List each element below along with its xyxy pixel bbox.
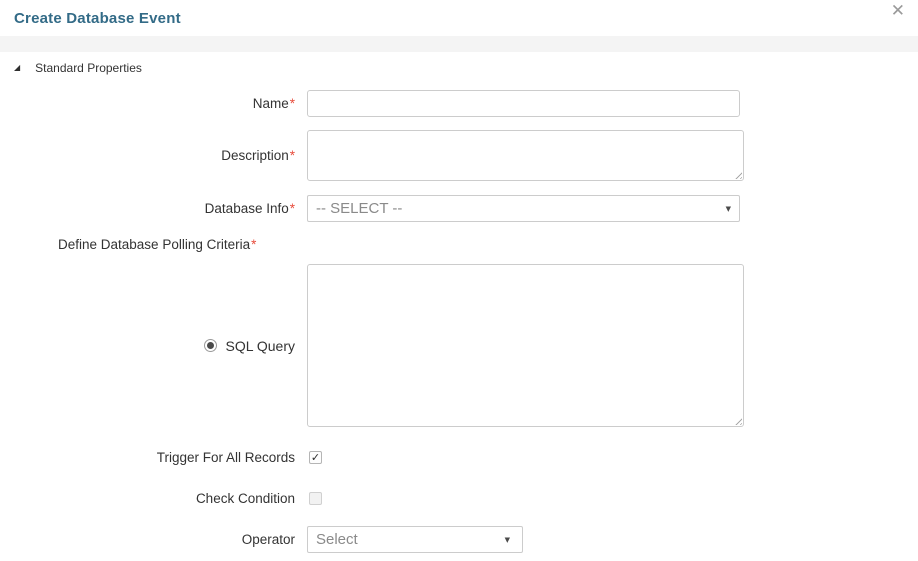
close-icon[interactable]: ✕: [891, 2, 905, 20]
database-info-selected-value: -- SELECT --: [316, 200, 720, 217]
required-asterisk: *: [251, 237, 256, 252]
sql-query-radio[interactable]: [204, 339, 217, 352]
trigger-all-records-label-cell: Trigger For All Records: [0, 450, 295, 465]
required-asterisk: *: [290, 148, 295, 163]
required-asterisk: *: [290, 96, 295, 111]
operator-selected-value: Select: [316, 531, 499, 548]
section-label: Standard Properties: [35, 61, 142, 75]
trigger-all-records-row: Trigger For All Records ✓: [0, 449, 918, 466]
header-separator-band: [0, 36, 918, 52]
name-label: Name: [253, 96, 289, 111]
collapse-triangle-icon[interactable]: ◢: [14, 64, 20, 72]
sql-query-textarea[interactable]: [307, 264, 744, 427]
trigger-all-records-label: Trigger For All Records: [157, 450, 295, 465]
operator-label: Operator: [242, 532, 295, 547]
check-condition-row: Check Condition: [0, 490, 918, 507]
database-info-row: Database Info* -- SELECT -- ▼: [0, 195, 918, 222]
database-info-select[interactable]: -- SELECT -- ▼: [307, 195, 740, 222]
operator-label-cell: Operator: [0, 532, 295, 547]
sql-query-row: SQL Query: [0, 264, 918, 427]
name-row: Name*: [0, 90, 918, 117]
description-label-cell: Description*: [0, 148, 295, 163]
check-condition-label-cell: Check Condition: [0, 491, 295, 506]
dialog-header: Create Database Event ✕: [0, 0, 918, 36]
description-textarea[interactable]: [307, 130, 744, 181]
sql-query-label-cell: SQL Query: [0, 338, 295, 354]
sql-query-label: SQL Query: [225, 338, 295, 354]
database-info-label: Database Info: [205, 201, 289, 216]
description-label: Description: [221, 148, 289, 163]
required-asterisk: *: [290, 201, 295, 216]
operator-row: Operator Select ▼: [0, 526, 918, 553]
description-row: Description*: [0, 130, 918, 181]
section-standard-properties[interactable]: ◢ Standard Properties: [0, 58, 918, 78]
name-input[interactable]: [307, 90, 740, 117]
create-database-event-dialog: Create Database Event ✕ ◢ Standard Prope…: [0, 0, 918, 561]
check-condition-checkbox[interactable]: [309, 492, 322, 505]
operator-select[interactable]: Select ▼: [307, 526, 523, 553]
checkmark-icon: ✓: [311, 452, 320, 463]
check-condition-label: Check Condition: [196, 491, 295, 506]
polling-criteria-label: Define Database Polling Criteria: [58, 237, 250, 252]
dropdown-arrow-icon: ▼: [726, 205, 731, 213]
dropdown-arrow-icon: ▼: [505, 536, 510, 544]
name-label-cell: Name*: [0, 96, 295, 111]
dialog-title: Create Database Event: [14, 10, 181, 27]
database-info-label-cell: Database Info*: [0, 201, 295, 216]
radio-selected-dot: [207, 342, 214, 349]
trigger-all-records-checkbox[interactable]: ✓: [309, 451, 322, 464]
polling-criteria-row: Define Database Polling Criteria*: [0, 235, 918, 253]
